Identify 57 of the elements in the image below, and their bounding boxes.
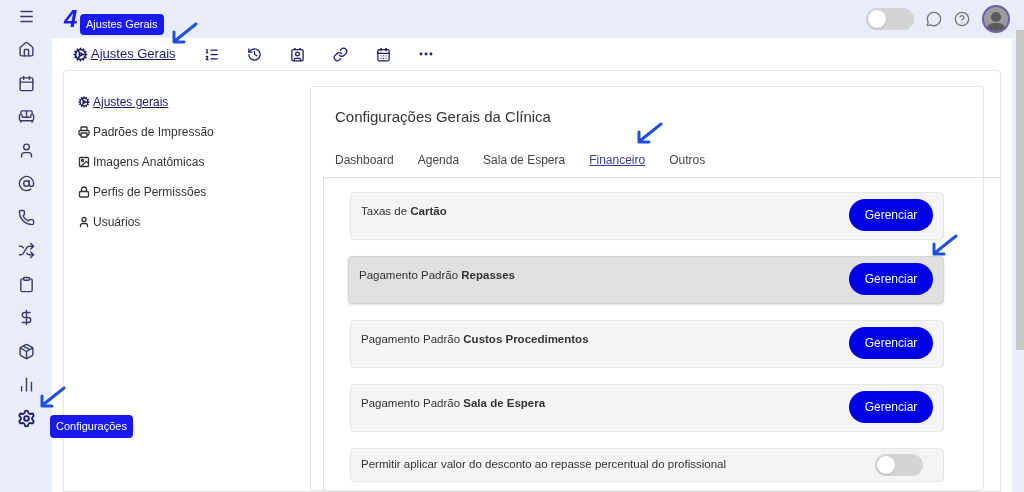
settings-nav-item[interactable]: Perfis de Permissões	[78, 183, 310, 201]
toolbar-tab[interactable]	[332, 46, 348, 62]
manage-button[interactable]: Gerenciar	[849, 390, 933, 423]
manage-button[interactable]: Gerenciar	[849, 326, 933, 359]
toolbar-tab[interactable]	[375, 46, 391, 62]
link-icon	[332, 46, 348, 62]
toolbar-tab[interactable]	[203, 46, 219, 62]
home-icon[interactable]	[16, 39, 36, 60]
row-label: Pagamento Padrão Custos Procedimentos	[361, 331, 589, 347]
settings-nav-item[interactable]: Usuários	[78, 213, 310, 231]
arrow-icon	[170, 22, 198, 46]
help-icon[interactable]	[954, 11, 970, 27]
tooltip: Configurações	[50, 415, 133, 438]
calendar-icon	[375, 46, 391, 62]
person-icon	[78, 216, 90, 228]
image-icon	[78, 156, 90, 168]
printer-icon	[78, 126, 90, 138]
logo: 4	[64, 4, 78, 34]
at-sign-icon[interactable]	[16, 173, 36, 194]
settings-icon[interactable]	[16, 408, 36, 428]
settings-nav-item[interactable]: Imagens Anatômicas	[78, 153, 310, 171]
numbered-list-icon	[203, 46, 219, 62]
manage-button[interactable]: Gerenciar	[849, 262, 933, 295]
manage-button[interactable]: Gerenciar	[849, 198, 933, 231]
toolbar-tab[interactable]	[418, 52, 433, 56]
lock-icon	[78, 186, 90, 198]
panel-tab[interactable]: Outros	[669, 150, 706, 169]
toolbar-tab[interactable]	[289, 46, 305, 62]
row-label: Pagamento Padrão Sala de Espera	[361, 395, 546, 411]
phone-icon[interactable]	[16, 207, 36, 227]
panel-tab[interactable]: Sala de Espera	[483, 150, 566, 169]
arrow-icon	[38, 386, 66, 410]
row-label: Permitir aplicar valor do desconto ao repasse percentual do profissional	[361, 456, 726, 472]
scrollbar[interactable]	[1016, 30, 1024, 350]
panel-title: Configurações Gerais da Clínica	[335, 107, 552, 127]
chat-icon[interactable]	[926, 11, 942, 27]
arrow-icon	[930, 234, 958, 258]
row-label: Pagamento Padrão Repasses	[359, 267, 515, 283]
avatar[interactable]	[982, 5, 1010, 33]
box-icon[interactable]	[16, 341, 36, 361]
tooltip: Ajustes Gerais	[80, 14, 164, 35]
toolbar-tab[interactable]: Ajustes Gerais	[73, 44, 176, 64]
calendar-icon[interactable]	[16, 73, 36, 93]
settings-nav-item[interactable]: Padrões de Impressão	[78, 123, 310, 141]
id-card-icon	[289, 46, 305, 62]
history-icon	[246, 46, 262, 62]
toolbar-tab[interactable]	[246, 46, 262, 62]
panel-tab[interactable]: Agenda	[417, 150, 460, 169]
settings-nav-item[interactable]: Ajustes gerais	[78, 93, 310, 111]
shuffle-icon[interactable]	[16, 240, 36, 261]
arrow-icon	[635, 122, 663, 146]
toggle-switch[interactable]	[866, 8, 914, 30]
toggle-switch[interactable]	[875, 453, 923, 476]
panel-tab[interactable]: Financeiro	[589, 150, 646, 169]
row-label: Taxas de Cartão	[361, 203, 447, 219]
panel-tab[interactable]: Dashboard	[335, 150, 394, 169]
more-icon	[418, 52, 433, 56]
